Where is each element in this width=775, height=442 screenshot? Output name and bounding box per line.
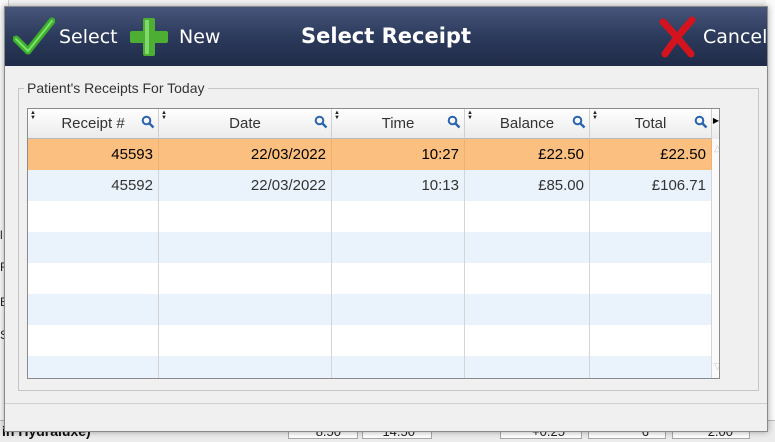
column-header-label: Time	[381, 115, 415, 132]
search-icon[interactable]	[694, 115, 708, 129]
vertical-scrollbar[interactable]	[712, 139, 719, 378]
table-row[interactable]: 45592 22/03/2022 10:13 £85.00 £106.71	[28, 170, 712, 201]
empty-cell	[332, 232, 465, 263]
column-header-total[interactable]: ▲ ▼ Total	[590, 109, 712, 139]
balance-cell: £22.50	[465, 139, 590, 170]
scroll-up-icon[interactable]: △	[714, 143, 719, 154]
date-cell: 22/03/2022	[159, 170, 332, 201]
dialog-title: Select Receipt	[301, 24, 471, 48]
empty-cell	[465, 263, 590, 294]
empty-row	[28, 325, 712, 356]
empty-cell	[159, 294, 332, 325]
dialog-footer-divider	[5, 403, 767, 404]
search-icon[interactable]	[572, 115, 586, 129]
column-header-label: Receipt #	[61, 115, 125, 132]
empty-cell	[465, 356, 590, 378]
empty-cell	[159, 325, 332, 356]
empty-cell	[590, 263, 712, 294]
empty-cell	[332, 356, 465, 378]
sort-arrows-icon[interactable]: ▲ ▼	[30, 110, 36, 121]
sort-arrows-icon[interactable]: ▲ ▼	[161, 110, 167, 121]
sort-arrows-icon[interactable]: ▲ ▼	[467, 110, 473, 121]
empty-cell	[159, 263, 332, 294]
sort-arrows-icon[interactable]: ▲ ▼	[592, 110, 598, 121]
empty-cell	[332, 263, 465, 294]
total-cell: £22.50	[590, 139, 712, 170]
receipt-number-cell: 45593	[28, 139, 159, 170]
empty-cell	[590, 356, 712, 378]
empty-cell	[159, 201, 332, 232]
column-header-label: Balance	[499, 115, 555, 132]
empty-cell	[28, 263, 159, 294]
balance-cell: £85.00	[465, 170, 590, 201]
cancel-button-label: Cancel	[703, 25, 768, 48]
total-cell: £106.71	[590, 170, 712, 201]
empty-row	[28, 201, 712, 232]
column-chooser-button[interactable]: ▶	[712, 109, 719, 139]
time-cell: 10:27	[332, 139, 465, 170]
receipt-number-cell: 45592	[28, 170, 159, 201]
cancel-button[interactable]: Cancel	[657, 7, 767, 66]
time-cell: 10:13	[332, 170, 465, 201]
search-icon[interactable]	[447, 115, 461, 129]
search-icon[interactable]	[314, 115, 328, 129]
empty-cell	[590, 201, 712, 232]
empty-cell	[332, 201, 465, 232]
empty-row	[28, 294, 712, 325]
empty-cell	[332, 294, 465, 325]
empty-row	[28, 356, 712, 378]
empty-row	[28, 232, 712, 263]
dialog-toolbar: Select New Select Receipt Cancel	[5, 7, 767, 66]
scroll-down-icon[interactable]: ▽	[714, 361, 719, 372]
select-receipt-dialog: Select New Select Receipt Cancel Patient…	[4, 6, 768, 432]
empty-cell	[159, 232, 332, 263]
column-header-receipt[interactable]: ▲ ▼ Receipt #	[28, 109, 159, 139]
empty-cell	[465, 232, 590, 263]
cross-icon	[659, 16, 696, 57]
sort-arrows-icon[interactable]: ▲ ▼	[334, 110, 340, 121]
empty-cell	[28, 294, 159, 325]
column-header-label: Date	[229, 115, 261, 132]
empty-cell	[465, 294, 590, 325]
empty-cell	[28, 356, 159, 378]
table-row[interactable]: 45593 22/03/2022 10:27 £22.50 £22.50	[28, 139, 712, 170]
empty-cell	[590, 232, 712, 263]
empty-cell	[465, 325, 590, 356]
receipts-group-title: Patient's Receipts For Today	[24, 80, 208, 96]
empty-cell	[159, 356, 332, 378]
receipts-grid: ▲ ▼ Receipt # ▲ ▼ Date ▲ ▼ Time ▲ ▼ Balance …	[27, 108, 720, 379]
empty-cell	[590, 294, 712, 325]
empty-cell	[28, 201, 159, 232]
empty-cell	[465, 201, 590, 232]
date-cell: 22/03/2022	[159, 139, 332, 170]
grid-header: ▲ ▼ Receipt # ▲ ▼ Date ▲ ▼ Time ▲ ▼ Balance …	[28, 109, 719, 139]
empty-cell	[332, 325, 465, 356]
column-header-balance[interactable]: ▲ ▼ Balance	[465, 109, 590, 139]
column-header-date[interactable]: ▲ ▼ Date	[159, 109, 332, 139]
background-label: l	[0, 228, 3, 242]
empty-cell	[590, 325, 712, 356]
empty-cell	[28, 232, 159, 263]
empty-row	[28, 263, 712, 294]
search-icon[interactable]	[141, 115, 155, 129]
empty-cell	[28, 325, 159, 356]
column-header-label: Total	[634, 115, 667, 132]
column-header-time[interactable]: ▲ ▼ Time	[332, 109, 465, 139]
